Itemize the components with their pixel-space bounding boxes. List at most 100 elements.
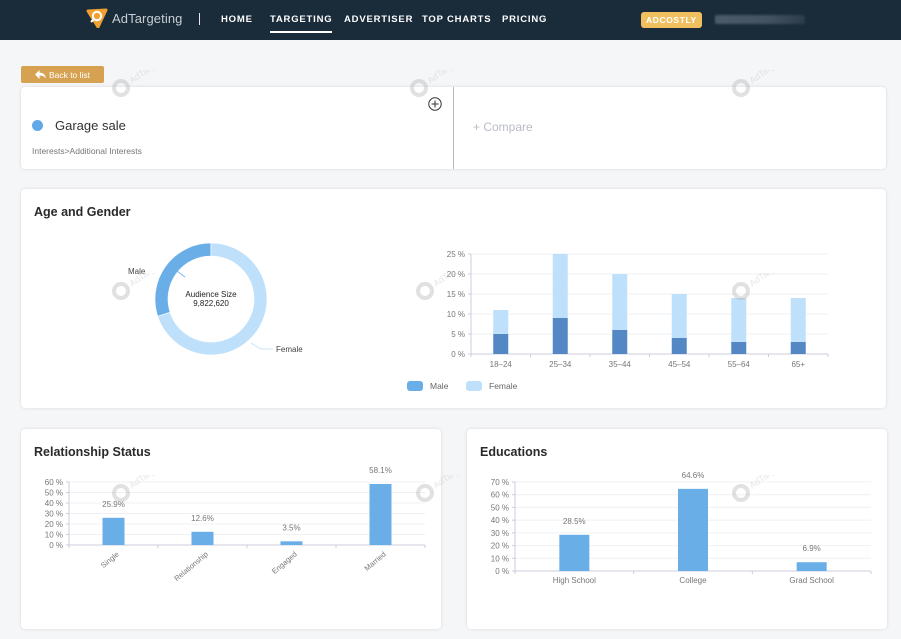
education-bar <box>678 488 708 571</box>
relationship-status-card: Relationship Status 0 % 10 % 20 % 30 % 40 % 5… <box>21 429 441 629</box>
age-bar-female <box>671 294 687 338</box>
relationship-value-label: 25.9% <box>102 500 125 509</box>
compare-button[interactable]: + Compare <box>473 120 533 134</box>
education-xtick-label: High School <box>553 576 596 585</box>
age-bar-male <box>671 338 687 354</box>
age-ytick-label: 15 % <box>447 290 465 299</box>
segment-color-dot <box>32 120 43 131</box>
education-xtick-label: Grad School <box>789 576 834 585</box>
age-ytick-label: 20 % <box>447 270 465 279</box>
age-ytick-label: 5 % <box>451 330 465 339</box>
nav-targeting[interactable]: TARGETING <box>270 14 333 33</box>
education-bar-chart: 0 % 10 % 20 % 30 % 40 % 50 % 60 % 70 % 28.5% High… <box>491 471 872 585</box>
education-xtick-label: College <box>679 576 707 585</box>
watermark-text: AdTargeting <box>747 70 792 86</box>
age-xtick-label: 35–44 <box>609 360 632 369</box>
age-bar-female <box>493 310 509 334</box>
age-stacked-bar-chart: 0 % 5 % 10 % 15 % 20 % 25 % 18–24 25–34 35–44 45–… <box>407 250 829 391</box>
nav-top-charts[interactable]: TOP CHARTS <box>422 14 491 25</box>
education-value-label: 28.5% <box>563 517 586 526</box>
age-xtick-label: 65+ <box>791 360 805 369</box>
relationship-bar <box>191 531 214 545</box>
audience-size-label: Audience Size <box>185 290 237 299</box>
education-ytick-label: 60 % <box>491 491 509 500</box>
adcostly-badge[interactable]: ADCOSTLY <box>641 12 702 28</box>
relationship-value-label: 58.1% <box>369 466 392 475</box>
education-title: Educations <box>480 445 548 459</box>
age-xtick-label: 18–24 <box>490 360 513 369</box>
education-value-label: 6.9% <box>803 544 821 553</box>
relationship-ytick-label: 60 % <box>45 478 63 487</box>
relationship-ytick-label: 50 % <box>45 489 63 498</box>
legend-label-male: Male <box>430 381 449 391</box>
education-bar <box>796 562 827 571</box>
age-gender-title: Age and Gender <box>34 205 131 219</box>
relationship-xtick-label: Married <box>363 550 388 573</box>
relationship-title: Relationship Status <box>34 445 151 459</box>
relationship-bar-chart: 0 %10 % 20 %30 % 40 %50 % 60 % 25.9% Single 12… <box>45 466 426 583</box>
age-xtick-label: 55–64 <box>728 360 751 369</box>
nav-home[interactable]: HOME <box>221 14 253 25</box>
relationship-xtick-label: Relationship <box>172 550 209 583</box>
relationship-xtick-label: Single <box>99 550 121 570</box>
nav-pricing[interactable]: PRICING <box>502 14 547 25</box>
watermark-text: AdTargeting <box>127 70 172 86</box>
relationship-value-label: 3.5% <box>282 523 300 532</box>
relationship-bar <box>280 541 303 545</box>
education-value-label: 64.6% <box>682 471 705 480</box>
legend-label-female: Female <box>489 381 518 391</box>
relationship-bar <box>102 517 125 545</box>
relationship-ytick-label: 40 % <box>45 499 63 508</box>
reply-arrow-icon <box>34 70 46 79</box>
education-ytick-label: 0 % <box>495 567 509 576</box>
age-bar-female <box>552 254 568 318</box>
nav-divider <box>199 13 200 25</box>
relationship-value-label: 12.6% <box>191 514 214 523</box>
brand-logo[interactable]: AdTargeting <box>86 8 182 28</box>
relationship-ytick-label: 0 % <box>49 541 63 550</box>
brand-name: AdTargeting <box>112 10 183 26</box>
age-bar-female <box>790 298 806 342</box>
age-bar-male <box>731 342 747 354</box>
back-to-list-button[interactable]: Back to list <box>21 66 104 83</box>
relationship-xtick-label: Engaged <box>270 550 299 576</box>
education-ytick-label: 30 % <box>491 529 509 538</box>
age-bar-male <box>790 342 806 354</box>
segment-name: Garage sale <box>55 118 126 133</box>
education-ytick-label: 70 % <box>491 478 509 487</box>
age-bar-male <box>552 318 568 354</box>
segment-card: Garage sale Interests>Additional Interes… <box>21 87 886 169</box>
education-ytick-label: 40 % <box>491 516 509 525</box>
age-ytick-label: 25 % <box>447 250 465 259</box>
age-xtick-label: 45–54 <box>668 360 691 369</box>
age-xtick-label: 25–34 <box>549 360 572 369</box>
segment-divider <box>453 87 454 169</box>
watermark-text: AdTargeting <box>425 70 470 86</box>
legend-swatch-male <box>407 381 423 391</box>
female-leader-line <box>250 342 273 350</box>
segment-category-path: Interests>Additional Interests <box>32 146 142 156</box>
age-bar-male <box>493 334 509 354</box>
gender-donut-chart: Male Female Audience Size9,822,620 <box>128 242 303 356</box>
age-ytick-label: 10 % <box>447 310 465 319</box>
logo-icon <box>86 8 108 28</box>
education-card: Educations 0 % 10 % 20 % 30 % 40 % 50 % 60 % 70… <box>467 429 887 629</box>
education-ytick-label: 50 % <box>491 503 509 512</box>
back-to-list-label: Back to list <box>48 69 91 80</box>
nav-advertiser[interactable]: ADVERTISER <box>344 14 413 25</box>
education-bar <box>559 534 590 571</box>
education-ytick-label: 10 % <box>491 554 509 563</box>
user-account-menu[interactable] <box>715 15 805 24</box>
legend-swatch-female <box>466 381 482 391</box>
top-nav-bar: AdTargeting HOME TARGETING ADVERTISER TO… <box>0 0 901 40</box>
age-bar-female <box>612 274 628 330</box>
audience-size-value: 9,822,620 <box>193 299 229 308</box>
relationship-ytick-label: 20 % <box>45 520 63 529</box>
relationship-ytick-label: 10 % <box>45 531 63 540</box>
relationship-ytick-label: 30 % <box>45 510 63 519</box>
donut-label-female: Female <box>276 345 303 354</box>
age-ytick-label: 0 % <box>451 350 465 359</box>
plus-circle-icon[interactable] <box>428 97 442 111</box>
age-bar-female <box>731 298 747 342</box>
age-gender-card: Age and Gender Male Female Audience Size 9,… <box>21 189 886 408</box>
